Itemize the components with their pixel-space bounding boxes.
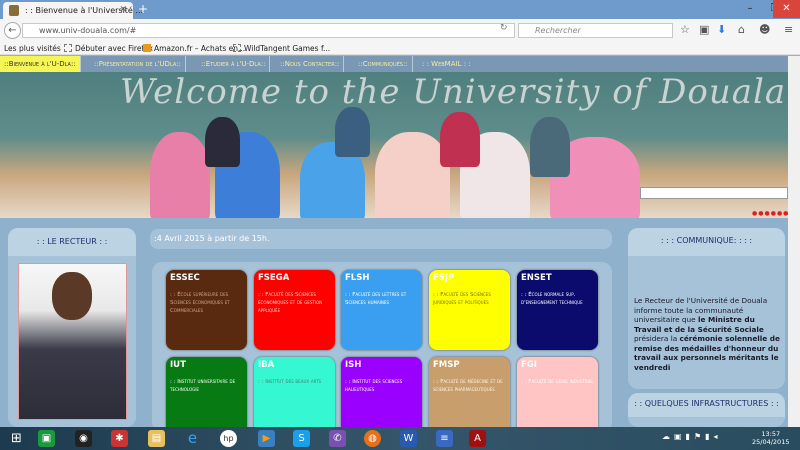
menu-etudier[interactable]: ::Etudier à l'U-Dla::	[197, 56, 271, 72]
faculty-code: IUT	[170, 360, 186, 370]
menu-webmail[interactable]: : : WebMAIL : :	[418, 56, 475, 72]
site-menu: ::Bienvenue à l'U-Dla:: ::Présentatation…	[0, 56, 788, 72]
word-icon[interactable]: W	[400, 430, 417, 447]
video-player-icon[interactable]: ▶	[258, 430, 275, 447]
faculty-tile-iba[interactable]: IBA : : Institut des beaux arts	[254, 357, 335, 437]
faculty-tile-flsh[interactable]: FLSH : : Faculté des lettres et Sciences …	[341, 270, 422, 350]
faculty-code: FMSP	[433, 360, 460, 370]
menu-bienvenue[interactable]: ::Bienvenue à l'U-Dla::	[0, 56, 81, 72]
faculty-tile-fsjp[interactable]: FSJP : : Faculté des Sciences juridiques …	[429, 270, 510, 350]
favicon-icon	[9, 5, 19, 16]
slider-dots[interactable]: ●●●●●●	[752, 210, 789, 217]
faculty-code: ISH	[345, 360, 362, 370]
back-button[interactable]: ←	[4, 22, 21, 39]
faculty-description: : : Faculté de médecine et de sciences p…	[433, 379, 503, 393]
new-tab-button[interactable]: +	[138, 2, 148, 16]
faculty-tile-fsega[interactable]: FSEGA : : Faculté des Sciences économique…	[254, 270, 335, 350]
menu-presentation[interactable]: ::Présentatation de l'UDla::	[90, 56, 186, 72]
firefox-icon[interactable]: ◍	[364, 430, 381, 447]
viber-icon[interactable]: ✆	[329, 430, 346, 447]
faculty-code: IBA	[258, 360, 275, 370]
faculty-code: FSEGA	[258, 273, 290, 283]
news-ticker[interactable]: :4 Avril 2015 à partir de 15h.	[150, 229, 612, 249]
bookmark-most-visited[interactable]: Les plus visités	[4, 44, 61, 53]
faculty-tile-iut[interactable]: IUT : : Institut universitaire de technol…	[166, 357, 247, 437]
search-input[interactable]: Rechercher	[518, 23, 673, 38]
clock[interactable]: 13:57 25/04/2015	[752, 430, 789, 446]
banner-title: Welcome to the University of Douala	[120, 72, 787, 112]
banner-search-input[interactable]	[640, 187, 788, 199]
faculty-tile-ish[interactable]: ISH : : Institut des sciences halieutique…	[341, 357, 422, 437]
store-icon[interactable]: ▣	[38, 430, 55, 447]
menu-communiques[interactable]: ::Communiqués::	[354, 56, 413, 72]
faculty-description: : : Faculté des Sciences économiques et …	[258, 292, 323, 314]
faculty-code: FLSH	[345, 273, 370, 283]
faculty-tile-fgi[interactable]: FGI : : Faculté de génie industriel	[517, 357, 598, 437]
faculty-code: ESSEC	[170, 273, 200, 283]
recteur-face	[52, 272, 92, 320]
system-tray-icons[interactable]: ☁▣▮⚑▮◂	[662, 432, 722, 441]
home-icon[interactable]: ⌂	[738, 23, 745, 36]
close-tab-icon[interactable]: ✕	[119, 5, 127, 15]
media-app-icon[interactable]: ✱	[111, 430, 128, 447]
faculty-code: ENSET	[521, 273, 552, 283]
faculty-code: FSJP	[433, 273, 455, 283]
camera-app-icon[interactable]: ◉	[75, 430, 92, 447]
faculty-tile-enset[interactable]: ENSET : : École normale sup. d'enseigneme…	[517, 270, 598, 350]
acrobat-icon[interactable]: A	[469, 430, 486, 447]
scrollbar[interactable]	[788, 56, 800, 427]
communique-title: : : : COMMUNIQUE: : : :	[628, 228, 785, 256]
faculty-description: : : Faculté de génie industriel	[521, 379, 594, 385]
faculty-description: : : Institut universitaire de technologi…	[170, 379, 236, 393]
bookmark-wildtangent[interactable]: WildTangent Games f...	[233, 44, 330, 53]
faculty-description: : : Faculté des Sciences juridiques et p…	[433, 292, 491, 306]
faculty-description: : : École supérieure des Sciences économ…	[170, 292, 230, 314]
url-bar[interactable]: www.univ-douala.com/#	[22, 23, 515, 38]
minimize-button[interactable]: –	[737, 0, 763, 18]
bookmarks-bar: Les plus visités Débuter avec Firefox Am…	[0, 42, 800, 55]
faculty-tile-essec[interactable]: ESSEC : : École supérieure des Sciences é…	[166, 270, 247, 350]
faculty-description: : : Institut des sciences halieutiques	[345, 379, 403, 393]
bookmark-amazon[interactable]: Amazon.fr – Achats en...	[143, 44, 245, 53]
windows-start-icon[interactable]: ⊞	[8, 430, 25, 447]
chat-icon[interactable]: ☻	[759, 23, 770, 36]
bookmark-star-icon[interactable]: ☆	[680, 23, 690, 36]
faculty-description: : : École normale sup. d'enseignement te…	[521, 292, 583, 306]
faculty-description: : : Faculté des lettres et Sciences huma…	[345, 292, 407, 306]
faculty-description: : : Institut des beaux arts	[258, 379, 322, 385]
menu-icon[interactable]: ≡	[784, 23, 793, 36]
infrastructures-panel: : : QUELQUES INFRASTRUCTURES : :	[628, 393, 785, 427]
communique-text: Le Recteur de l'Université de Douala inf…	[634, 296, 780, 372]
close-window-button[interactable]: ✕	[773, 0, 800, 18]
browser-tab[interactable]: : : Bienvenue à l'Université ... ✕	[3, 2, 143, 19]
bookmark-getting-started[interactable]: Débuter avec Firefox	[64, 44, 153, 53]
faculty-tile-fmsp[interactable]: FMSP : : Faculté de médecine et de scienc…	[429, 357, 510, 437]
hp-icon[interactable]: hp	[220, 430, 237, 447]
faculty-code: FGI	[521, 360, 537, 370]
file-explorer-icon[interactable]: ▤	[148, 430, 165, 447]
document-icon[interactable]: ≡	[436, 430, 453, 447]
reading-list-icon[interactable]: ▣	[699, 23, 709, 36]
recteur-title: : : LE RECTEUR : :	[8, 228, 136, 256]
skype-icon[interactable]: S	[293, 430, 310, 447]
reload-icon[interactable]: ↻	[500, 23, 508, 33]
menu-contact[interactable]: ::Nous Contacter::	[276, 56, 345, 72]
download-icon[interactable]: ⬇	[717, 23, 726, 36]
infrastructures-title: : : QUELQUES INFRASTRUCTURES : :	[628, 393, 785, 417]
internet-explorer-icon[interactable]: e	[184, 430, 201, 447]
